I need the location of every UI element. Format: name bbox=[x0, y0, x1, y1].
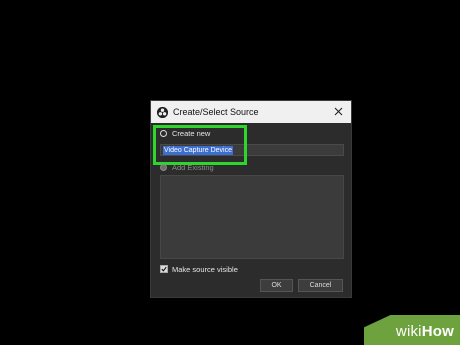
ok-button[interactable]: OK bbox=[260, 279, 293, 292]
wikihow-logo-text: wikiHow bbox=[396, 323, 454, 340]
source-name-input[interactable]: Video Capture Device bbox=[160, 144, 344, 156]
create-new-radio[interactable] bbox=[160, 130, 167, 137]
make-visible-checkbox[interactable] bbox=[160, 265, 168, 273]
add-existing-label: Add Existing bbox=[172, 163, 214, 172]
source-name-selected-text: Video Capture Device bbox=[163, 146, 233, 155]
wikihow-watermark: wikiHow bbox=[364, 315, 460, 345]
close-icon bbox=[334, 107, 342, 115]
wikihow-logo-how: How bbox=[421, 323, 454, 340]
close-button[interactable] bbox=[331, 104, 345, 118]
dialog-title: Create/Select Source bbox=[173, 107, 259, 117]
create-select-source-dialog: Create/Select Source Create new Video Ca… bbox=[150, 100, 352, 298]
make-visible-label: Make source visible bbox=[172, 265, 238, 274]
wikihow-logo-wiki: wiki bbox=[395, 323, 422, 340]
checkmark-icon bbox=[161, 266, 167, 272]
screen: { "dialog": { "title": "Create/Select So… bbox=[0, 0, 460, 345]
add-existing-radio[interactable] bbox=[160, 164, 167, 171]
dialog-titlebar: Create/Select Source bbox=[151, 101, 351, 123]
cancel-button[interactable]: Cancel bbox=[298, 279, 343, 292]
existing-sources-list[interactable] bbox=[160, 175, 344, 259]
create-new-label: Create new bbox=[172, 129, 211, 138]
obs-app-icon bbox=[157, 106, 168, 118]
